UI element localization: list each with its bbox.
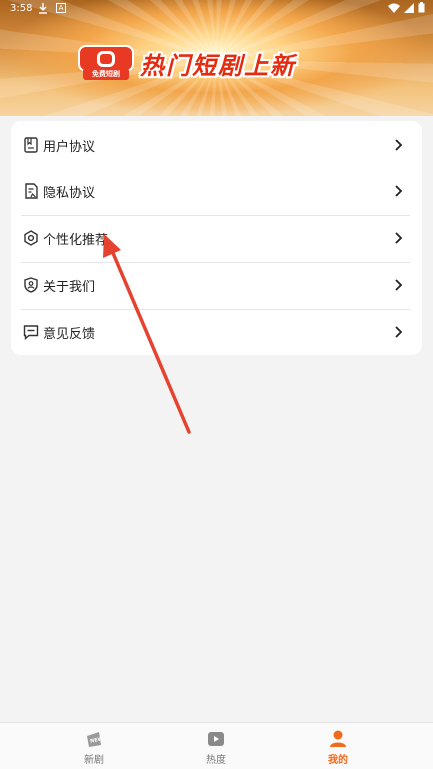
a-badge: A [56, 3, 66, 13]
download-icon [38, 2, 48, 17]
menu-item-label: 用户协议 [43, 139, 96, 155]
chevron-right-icon [395, 139, 403, 151]
user-shield-icon [23, 277, 39, 293]
header-banner: 3:58 A 免费短剧 热门短剧上新 [0, 0, 433, 116]
settings-icon [23, 230, 39, 246]
privacy-doc-icon [23, 183, 39, 199]
battery-icon [418, 2, 425, 13]
nav-label: 新剧 [84, 755, 104, 766]
nav-label: 我的 [328, 755, 348, 766]
feedback-icon [23, 324, 39, 340]
chevron-right-icon [395, 185, 403, 197]
bottom-navigation: NEW 新剧 热度 我的 [0, 722, 433, 769]
play-icon [208, 732, 224, 746]
menu-item-privacy-agreement[interactable]: 隐私协议 [21, 168, 410, 214]
menu-item-user-agreement[interactable]: 用户协议 [21, 122, 410, 168]
status-time: 3:58 [10, 3, 33, 14]
menu-item-label: 关于我们 [43, 279, 96, 295]
logo-text: 免费短剧 [83, 68, 129, 80]
chevron-right-icon [395, 279, 403, 291]
menu-item-label: 隐私协议 [43, 185, 96, 201]
settings-menu-card: 用户协议 隐私协议 个性化推荐 关于我们 意见反馈 [11, 121, 422, 355]
banner-title: 热门短剧上新 [140, 52, 296, 80]
menu-item-personalized-recommendation[interactable]: 个性化推荐 [21, 215, 410, 261]
menu-item-feedback[interactable]: 意见反馈 [21, 309, 410, 355]
chevron-right-icon [395, 326, 403, 338]
menu-item-label: 意见反馈 [43, 326, 96, 342]
chevron-right-icon [395, 232, 403, 244]
play-icon [97, 51, 115, 67]
app-logo: 免费短剧 [78, 45, 134, 81]
nav-label: 热度 [206, 755, 226, 766]
nav-new-dramas[interactable]: NEW 新剧 [64, 729, 124, 769]
menu-item-about-us[interactable]: 关于我们 [21, 262, 410, 308]
new-tag-icon: NEW [87, 732, 104, 747]
profile-icon [330, 730, 346, 747]
status-right [388, 2, 425, 13]
nav-trending[interactable]: 热度 [186, 729, 246, 769]
wifi-icon [388, 3, 400, 13]
signal-icon [404, 2, 414, 13]
document-icon [23, 137, 39, 153]
menu-item-label: 个性化推荐 [43, 232, 109, 248]
status-bar: 3:58 A [0, 0, 433, 18]
nav-mine[interactable]: 我的 [308, 729, 368, 769]
